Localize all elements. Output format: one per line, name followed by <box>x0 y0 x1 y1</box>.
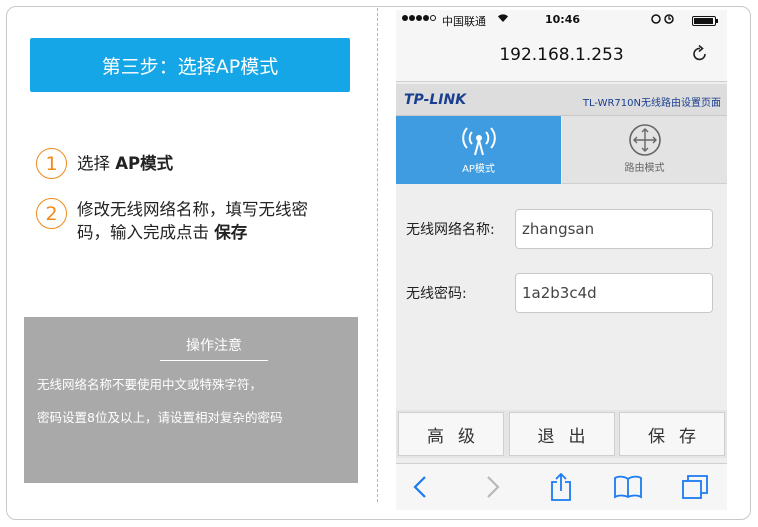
status-bar: 中国联通 10:46 <box>396 10 727 32</box>
ssid-row: 无线网络名称: zhangsan <box>406 209 713 249</box>
step-2-line1: 修改无线网络名称，填写无线密 <box>77 200 308 219</box>
password-row: 无线密码: 1a2b3c4d <box>406 273 713 313</box>
rotation-lock-icon <box>651 13 677 28</box>
instruction-step-1: 1 选择 AP模式 <box>36 148 173 179</box>
step-2-text: 修改无线网络名称，填写无线密 码，输入完成点击 保存 <box>77 198 308 244</box>
tab-router-mode-label: 路由模式 <box>624 163 665 174</box>
status-time: 10:46 <box>545 13 581 26</box>
step-1-bold: AP模式 <box>115 154 174 173</box>
notice-title: 操作注意 <box>160 335 268 361</box>
instruction-step-2: 2 修改无线网络名称，填写无线密 码，输入完成点击 保存 <box>36 198 308 244</box>
url-text[interactable]: 192.168.1.253 <box>396 45 727 65</box>
router-page-title: TL-WR710N无线路由设置页面 <box>582 98 721 109</box>
phone-screen: 中国联通 10:46 192.168.1.253 TP-LINK TL-WR71… <box>396 10 727 510</box>
signal-strength-icon <box>402 15 437 21</box>
router-icon <box>628 124 662 156</box>
address-bar[interactable]: 192.168.1.253 <box>396 32 727 82</box>
step-1-text: 选择 AP模式 <box>77 152 173 175</box>
notice-box: 操作注意 无线网络名称不要使用中文或特殊字符， 密码设置8位及以上，请设置相对复… <box>24 317 358 483</box>
carrier-name: 中国联通 <box>442 15 486 28</box>
forward-icon[interactable] <box>483 474 503 500</box>
bookmarks-icon[interactable] <box>613 474 643 500</box>
step-1-label: 选择 <box>77 154 116 173</box>
ssid-input[interactable]: zhangsan <box>515 209 713 249</box>
notice-line: 密码设置8位及以上，请设置相对复杂的密码 <box>37 410 283 425</box>
step-2-line2: 码，输入完成点击 保存 <box>77 221 308 244</box>
tab-ap-mode[interactable]: AP模式 <box>396 116 561 184</box>
ssid-label: 无线网络名称: <box>406 222 495 238</box>
tab-ap-mode-label: AP模式 <box>462 163 495 175</box>
step-title-banner: 第三步：选择AP模式 <box>30 38 350 92</box>
password-label: 无线密码: <box>406 286 467 302</box>
antenna-icon <box>459 126 499 156</box>
advanced-button[interactable]: 高级 <box>398 412 504 456</box>
save-button[interactable]: 保存 <box>619 412 725 456</box>
tab-router-mode[interactable]: 路由模式 <box>562 116 727 184</box>
step-2-bold: 保存 <box>214 223 248 242</box>
tabs-icon[interactable] <box>681 474 709 500</box>
tplink-logo: TP-LINK <box>404 92 467 108</box>
step-number-badge: 1 <box>36 148 67 179</box>
action-bar: 高级 退出 保存 <box>396 410 727 458</box>
wifi-icon <box>497 13 509 26</box>
step-2-label: 码，输入完成点击 <box>77 223 215 242</box>
exit-button[interactable]: 退出 <box>508 412 615 456</box>
share-icon[interactable] <box>549 473 573 501</box>
step-number-badge: 2 <box>36 198 67 229</box>
browser-toolbar <box>396 463 727 510</box>
router-header: TP-LINK TL-WR710N无线路由设置页面 <box>396 84 727 116</box>
dashed-divider <box>377 8 378 502</box>
back-icon[interactable] <box>410 474 430 500</box>
reload-icon[interactable] <box>692 44 708 68</box>
notice-line: 无线网络名称不要使用中文或特殊字符， <box>37 377 263 392</box>
password-input[interactable]: 1a2b3c4d <box>515 273 713 313</box>
battery-icon <box>692 16 718 26</box>
